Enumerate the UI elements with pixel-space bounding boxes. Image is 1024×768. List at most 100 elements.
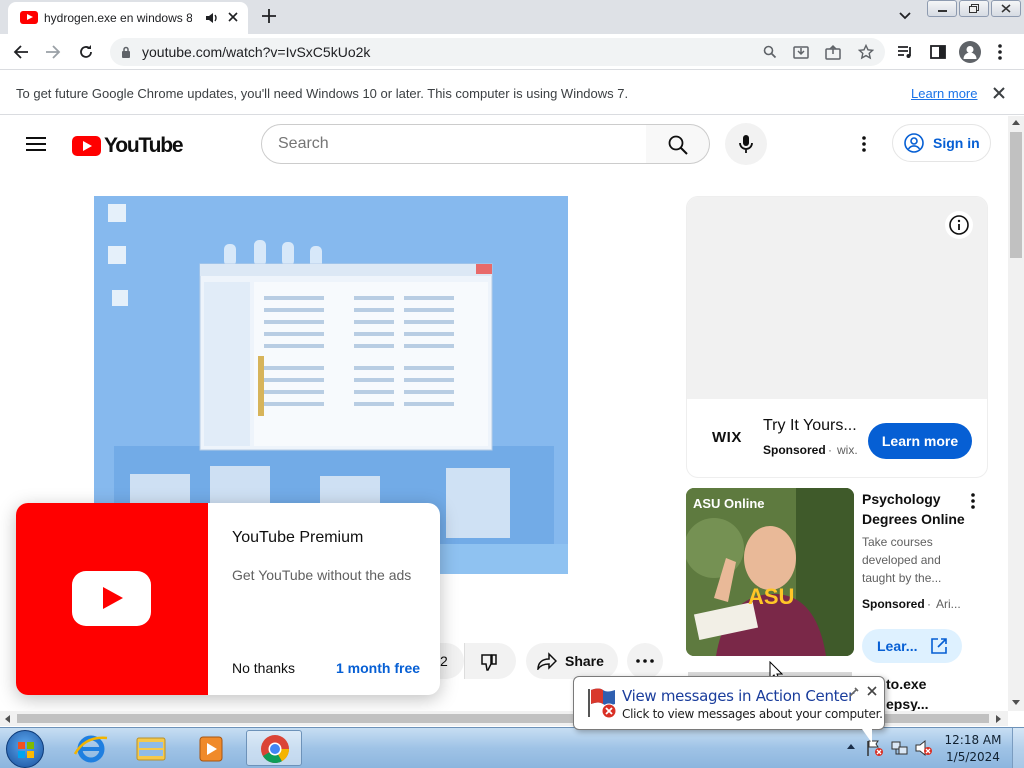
start-button[interactable] xyxy=(6,730,44,768)
more-actions-button[interactable] xyxy=(627,643,663,679)
youtube-logo-text: YouTube xyxy=(104,134,184,157)
no-thanks-button[interactable]: No thanks xyxy=(232,660,295,676)
tab-close-icon[interactable] xyxy=(227,11,239,23)
audio-playing-icon[interactable] xyxy=(205,11,219,25)
network-icon[interactable] xyxy=(891,739,909,757)
media-player-icon xyxy=(199,736,223,762)
infobar-learn-more-link[interactable]: Learn more xyxy=(911,86,977,101)
dislike-button[interactable] xyxy=(464,643,516,679)
youtube-search-button[interactable] xyxy=(646,124,710,164)
thumb-brand-text: ASU Online xyxy=(693,496,765,511)
window-controls xyxy=(927,0,1021,17)
address-bar[interactable]: youtube.com/watch?v=IvSxC5kUo2k xyxy=(110,38,885,66)
taskbar-internet-explorer[interactable] xyxy=(63,730,119,766)
sponsored-learn-button[interactable]: Lear... xyxy=(862,629,962,663)
next-item-title-line1[interactable]: to.exe xyxy=(886,674,926,694)
volume-muted-icon[interactable] xyxy=(915,739,933,757)
sign-in-label: Sign in xyxy=(933,135,980,151)
vertical-scroll-thumb[interactable] xyxy=(1010,132,1022,258)
taskbar-explorer[interactable] xyxy=(123,730,179,766)
sponsored-thumbnail[interactable]: ASU ASU Online xyxy=(686,488,854,656)
ad-dot: · xyxy=(828,443,832,457)
bookmark-star-icon[interactable] xyxy=(858,44,874,60)
infobar-message: To get future Google Chrome updates, you… xyxy=(16,86,629,101)
browser-tab[interactable]: hydrogen.exe en windows 8 xyxy=(8,2,248,34)
asu-ad-image: ASU xyxy=(686,488,854,656)
youtube-favicon-icon xyxy=(20,11,38,24)
ad-brand-logo: WIX xyxy=(712,429,742,446)
share-page-icon[interactable] xyxy=(825,44,841,60)
search-placeholder: Search xyxy=(278,135,329,152)
ad-title: Try It Yours... xyxy=(763,417,857,434)
chrome-menu-icon[interactable] xyxy=(998,44,1002,60)
install-app-icon[interactable] xyxy=(793,44,809,60)
balloon-options-icon[interactable] xyxy=(848,686,860,698)
balloon-title[interactable]: View messages in Action Center xyxy=(622,687,854,705)
sponsored-learn-label: Lear... xyxy=(877,638,918,654)
tab-search-chevron-icon[interactable] xyxy=(898,11,912,21)
sponsored-title[interactable]: Psychology Degrees Online xyxy=(862,489,966,529)
taskbar-media-player[interactable] xyxy=(183,730,239,766)
balloon-body[interactable]: Click to view messages about your comput… xyxy=(622,707,883,721)
url-text: youtube.com/watch?v=IvSxC5kUo2k xyxy=(142,44,371,60)
ad-learn-more-button[interactable]: Learn more xyxy=(868,423,972,459)
scroll-down-arrow-icon[interactable] xyxy=(1012,700,1020,705)
hamburger-menu-icon[interactable] xyxy=(26,136,46,152)
youtube-play-logo-icon xyxy=(72,571,151,626)
sidebar-ad-card[interactable]: WIX Try It Yours... Sponsored · wix. Lea… xyxy=(686,196,988,478)
svg-text:ASU: ASU xyxy=(748,584,794,609)
clock-time[interactable]: 12:18 AM xyxy=(943,733,1003,747)
share-button[interactable]: Share xyxy=(526,643,618,679)
premium-banner xyxy=(16,503,208,695)
taskbar-chrome[interactable] xyxy=(246,730,302,766)
infobar-close-icon[interactable] xyxy=(993,87,1005,99)
side-panel-icon[interactable] xyxy=(930,44,946,60)
zoom-search-icon[interactable] xyxy=(763,45,777,59)
sponsored-more-icon[interactable] xyxy=(970,493,976,509)
like-count: 2 xyxy=(440,653,448,669)
search-icon xyxy=(668,135,688,155)
sign-in-button[interactable]: Sign in xyxy=(892,124,991,162)
more-horizontal-icon xyxy=(636,659,654,663)
folder-icon xyxy=(136,737,166,761)
balloon-close-icon[interactable] xyxy=(867,686,877,696)
clock-date[interactable]: 1/5/2024 xyxy=(943,750,1003,764)
voice-search-button[interactable] xyxy=(725,123,767,165)
tab-title: hydrogen.exe en windows 8 xyxy=(44,11,192,25)
one-month-free-button[interactable]: 1 month free xyxy=(336,660,420,676)
sponsored-dot: · xyxy=(927,597,931,611)
lock-icon[interactable] xyxy=(121,46,131,58)
account-circle-icon xyxy=(904,133,924,153)
show-desktop-button[interactable] xyxy=(1012,728,1024,768)
forward-icon[interactable] xyxy=(45,44,61,60)
profile-avatar-icon[interactable] xyxy=(959,41,981,63)
reload-icon[interactable] xyxy=(78,44,94,60)
youtube-search-input[interactable]: Search xyxy=(261,124,647,164)
restore-button[interactable] xyxy=(959,0,989,17)
scroll-up-arrow-icon[interactable] xyxy=(1012,120,1020,125)
chrome-icon xyxy=(261,735,290,764)
tab-strip: hydrogen.exe en windows 8 xyxy=(0,0,1024,34)
internet-explorer-icon xyxy=(73,735,108,763)
media-controls-icon[interactable] xyxy=(897,44,915,60)
sponsored-advertiser: Ari... xyxy=(936,597,961,611)
show-hidden-icons-arrow[interactable] xyxy=(847,744,855,749)
sponsored-label: Sponsored xyxy=(862,597,925,611)
premium-subtitle: Get YouTube without the ads xyxy=(232,567,412,583)
youtube-logo[interactable]: YouTube xyxy=(72,134,184,158)
scroll-right-arrow-icon[interactable] xyxy=(996,715,1001,723)
close-window-button[interactable] xyxy=(991,0,1021,17)
new-tab-icon[interactable] xyxy=(261,8,277,24)
settings-more-icon[interactable] xyxy=(862,136,866,152)
windows-logo-icon xyxy=(18,742,34,758)
external-link-icon xyxy=(930,637,948,655)
share-label: Share xyxy=(565,653,604,669)
ad-info-icon[interactable] xyxy=(945,211,973,239)
back-icon[interactable] xyxy=(13,44,29,60)
browser-toolbar: youtube.com/watch?v=IvSxC5kUo2k xyxy=(0,34,1024,70)
microphone-icon xyxy=(739,134,753,154)
vertical-scrollbar[interactable] xyxy=(1008,116,1024,711)
scroll-left-arrow-icon[interactable] xyxy=(5,715,10,723)
action-center-balloon[interactable]: View messages in Action Center Click to … xyxy=(573,676,885,730)
minimize-button[interactable] xyxy=(927,0,957,17)
